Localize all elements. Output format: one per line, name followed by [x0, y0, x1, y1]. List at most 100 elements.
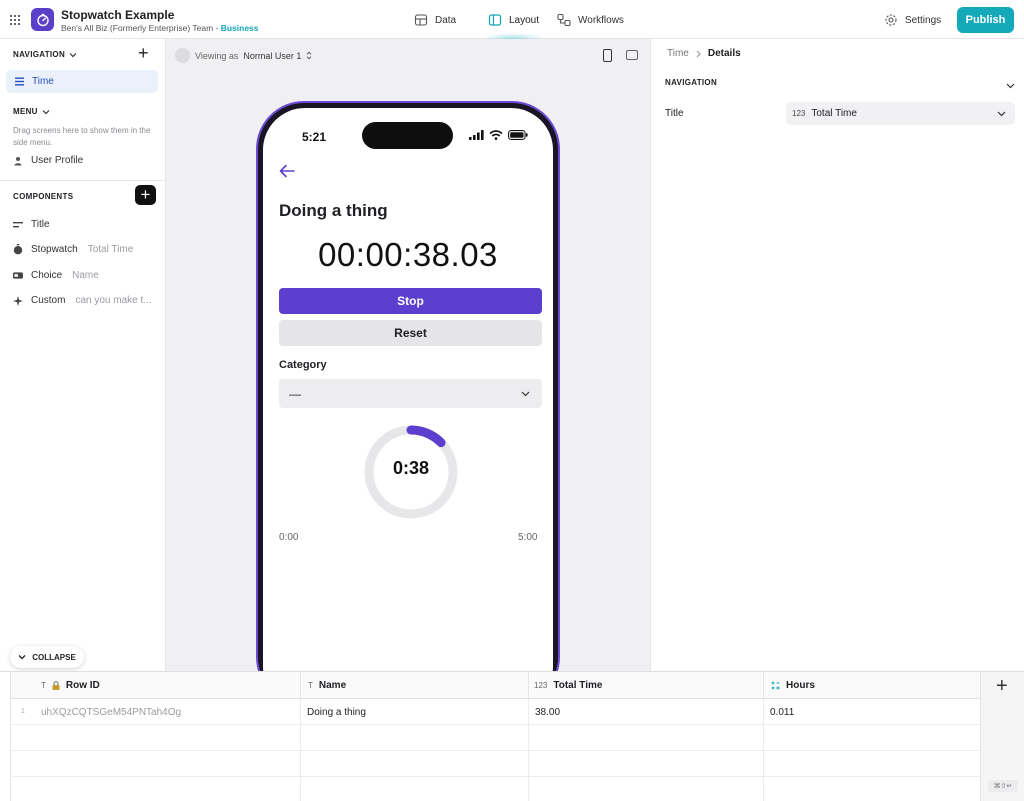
range-min-label: 0:00 — [279, 532, 299, 543]
viewing-as-selector[interactable]: Viewing as Normal User 1 — [175, 48, 312, 63]
chevron-down-icon — [521, 391, 530, 396]
data-table: T Row ID T Name 123 Total Time Hours 1 u… — [0, 671, 1024, 801]
choice-icon — [13, 272, 23, 279]
collapse-button[interactable]: COLLAPSE — [10, 646, 84, 668]
component-label: Title — [31, 219, 50, 230]
table-row-empty[interactable] — [11, 777, 981, 801]
battery-icon — [508, 130, 528, 140]
apps-grid-icon[interactable] — [10, 15, 20, 25]
component-label: Stopwatch — [31, 244, 78, 255]
panel-section-header: NAVIGATION — [665, 78, 718, 87]
title-field-value: Total Time — [811, 108, 857, 119]
column-label: Name — [318, 680, 347, 691]
component-label: Custom — [31, 295, 66, 306]
list-icon — [15, 77, 24, 86]
stop-button[interactable]: Stop — [279, 288, 542, 314]
title-icon — [13, 221, 23, 228]
table-header: T Row ID T Name 123 Total Time Hours — [11, 672, 981, 699]
app-logo-icon[interactable] — [31, 8, 54, 31]
sparkle-icon — [13, 295, 23, 306]
component-sub: Name — [72, 270, 99, 281]
component-sub: Total Time — [87, 244, 134, 255]
top-bar: Stopwatch Example Ben's All Biz (Formerl… — [0, 0, 1024, 43]
number-type-icon: 123 — [534, 681, 548, 690]
progress-ring-label: 0:38 — [392, 458, 430, 478]
column-header-hours[interactable]: Hours — [764, 672, 981, 699]
chevron-updown-icon — [307, 51, 312, 60]
chevron-down-icon — [69, 52, 77, 57]
avatar — [175, 48, 190, 63]
publish-button[interactable]: Publish — [957, 7, 1014, 33]
tablet-device-icon[interactable] — [626, 50, 638, 60]
add-column-button[interactable]: + — [996, 675, 1008, 698]
tab-workflows[interactable]: Workflows — [557, 13, 624, 27]
preview-canvas: Viewing as Normal User 1 5:21 Doing a th… — [166, 39, 650, 671]
table-row[interactable]: 1 uhXQzCQTSGeM54PNTah4Og Doing a thing 3… — [11, 699, 981, 725]
column-header-total-time[interactable]: 123 Total Time — [529, 672, 764, 699]
cell-hours[interactable]: 0.011 — [764, 699, 981, 725]
viewing-prefix: Viewing as — [195, 50, 239, 61]
data-table-grid: T Row ID T Name 123 Total Time Hours 1 u… — [10, 672, 981, 801]
navigation-header[interactable]: NAVIGATION — [13, 50, 77, 59]
chevron-down-icon — [18, 655, 26, 660]
screen-title: Doing a thing — [279, 201, 388, 220]
add-component-button[interactable]: + — [135, 185, 156, 205]
reset-button[interactable]: Reset — [279, 320, 542, 346]
chevron-right-icon — [696, 50, 701, 57]
breadcrumb-current: Details — [707, 48, 741, 59]
title-field-select[interactable]: 123 Total Time — [786, 102, 1015, 125]
column-header-row-id[interactable]: T Row ID — [11, 672, 301, 699]
add-screen-button[interactable]: + — [138, 44, 149, 62]
left-sidebar: NAVIGATION + Time MENU Drag screens here… — [0, 39, 166, 671]
tab-data[interactable]: Data — [414, 13, 456, 27]
table-row-empty[interactable] — [11, 751, 981, 777]
math-icon — [771, 681, 780, 690]
back-arrow-icon[interactable] — [279, 164, 295, 181]
viewing-user: Normal User 1 — [243, 50, 302, 61]
chevron-down-icon[interactable] — [1006, 78, 1015, 92]
category-label: Category — [279, 359, 327, 371]
breadcrumb: Time Details — [667, 48, 741, 59]
cell-total-time[interactable]: 38.00 — [529, 699, 764, 725]
sidebar-item-time[interactable]: Time — [6, 70, 158, 93]
sidebar-item-time-label: Time — [32, 76, 54, 87]
phone-frame: 5:21 Doing a thing 00:00:38.03 Stop Rese… — [258, 103, 558, 671]
tab-layout[interactable]: Layout — [488, 13, 539, 27]
text-type-icon: T — [41, 681, 46, 690]
app-title: Stopwatch Example — [61, 8, 175, 22]
title-field-label: Title — [665, 108, 684, 119]
navigation-header-label: NAVIGATION — [13, 50, 66, 59]
cell-name[interactable]: Doing a thing — [301, 699, 529, 725]
settings-label: Settings — [905, 14, 942, 26]
phone-screen: 5:21 Doing a thing 00:00:38.03 Stop Rese… — [263, 108, 553, 671]
menu-item-user-profile[interactable]: User Profile — [13, 155, 83, 166]
status-icons — [469, 130, 528, 140]
menu-header-label: MENU — [13, 107, 38, 116]
menu-header[interactable]: MENU — [13, 107, 50, 116]
settings-button[interactable]: Settings — [884, 13, 941, 27]
properties-panel: Time Details NAVIGATION Title 123 Total … — [650, 39, 1024, 671]
breadcrumb-parent[interactable]: Time — [667, 48, 689, 59]
status-time: 5:21 — [302, 130, 327, 144]
user-icon — [14, 156, 22, 165]
category-value: — — [289, 386, 301, 401]
component-stopwatch[interactable]: Stopwatch Total Time — [13, 244, 133, 255]
component-sub: can you make t... — [75, 295, 152, 306]
team-label: Ben's All Biz (Formerly Enterprise) Team… — [61, 23, 219, 33]
table-icon — [414, 14, 428, 26]
phone-device-icon[interactable] — [603, 49, 612, 62]
tab-data-label: Data — [435, 14, 457, 26]
text-type-icon: T — [308, 681, 313, 690]
component-title[interactable]: Title — [13, 219, 50, 230]
component-custom[interactable]: Custom can you make t... — [13, 295, 152, 306]
cell-row-id[interactable]: uhXQzCQTSGeM54PNTah4Og — [11, 699, 301, 725]
team-name: Ben's All Biz (Formerly Enterprise) Team… — [61, 23, 259, 33]
chevron-down-icon — [997, 111, 1006, 116]
stopwatch-timer: 00:00:38.03 — [318, 236, 498, 273]
wifi-icon — [489, 130, 503, 140]
keyboard-shortcut-hint: ⌘⇧↵ — [988, 780, 1018, 792]
table-row-empty[interactable] — [11, 725, 981, 751]
column-header-name[interactable]: T Name — [301, 672, 529, 699]
category-select[interactable]: — — [279, 379, 542, 408]
component-choice[interactable]: Choice Name — [13, 270, 99, 281]
